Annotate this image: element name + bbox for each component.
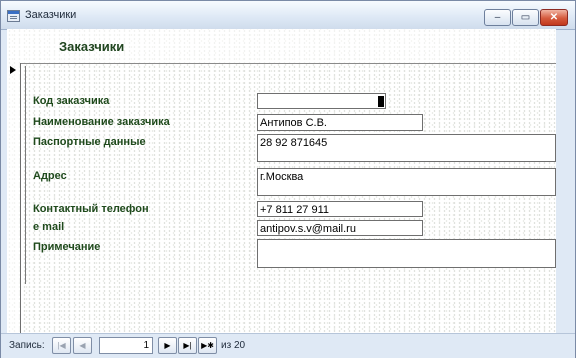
record-total: из 20 [221,340,245,351]
address-field[interactable]: г.Москва [257,168,556,196]
customer-name-field[interactable]: Антипов С.В. [257,114,423,131]
record-label: Запись: [9,340,45,351]
label-email: e mail [33,221,65,233]
form-window: Заказчики – ▭ ✕ Заказчики Код заказчика … [0,0,576,358]
new-record-button[interactable]: ▶✱ [198,337,217,354]
form-icon [7,10,20,22]
total-records: 20 [233,340,246,351]
form-title: Заказчики [59,39,125,54]
form-body: Заказчики Код заказчика Наименование зак… [7,29,556,333]
detail-border [25,66,26,284]
previous-record-button[interactable]: ◀ [73,337,92,354]
record-selector[interactable] [7,63,21,333]
maximize-button[interactable]: ▭ [512,9,539,26]
label-address: Адрес [33,170,67,182]
window-title: Заказчики [25,9,77,21]
next-record-button[interactable]: ▶ [158,337,177,354]
header-divider [20,63,556,64]
phone-field[interactable]: +7 811 27 911 [257,201,423,217]
last-record-button[interactable]: ▶| [178,337,197,354]
label-customer-name: Наименование заказчика [33,116,170,128]
minimize-button[interactable]: – [484,9,511,26]
passport-field[interactable]: 28 92 871645 [257,134,556,162]
notes-field[interactable] [257,239,556,268]
current-record-input[interactable]: 1 [99,337,153,354]
text-cursor [378,96,384,107]
customer-code-field[interactable] [257,93,386,109]
label-passport: Паспортные данные [33,136,146,148]
first-record-button[interactable]: |◀ [52,337,71,354]
title-bar[interactable]: Заказчики – ▭ ✕ [1,1,575,30]
current-record-number: 1 [143,340,149,351]
email-field[interactable]: antipov.s.v@mail.ru [257,220,423,236]
record-navigation-bar: Запись: |◀ ◀ 1 ▶ ▶| ▶✱ из 20 [1,333,575,358]
label-phone: Контактный телефон [33,203,149,215]
label-notes: Примечание [33,241,101,253]
close-button[interactable]: ✕ [540,9,568,26]
current-record-arrow-icon [10,66,16,74]
label-customer-code: Код заказчика [33,95,110,107]
form-header: Заказчики [7,29,556,63]
of-label: из [221,340,232,351]
